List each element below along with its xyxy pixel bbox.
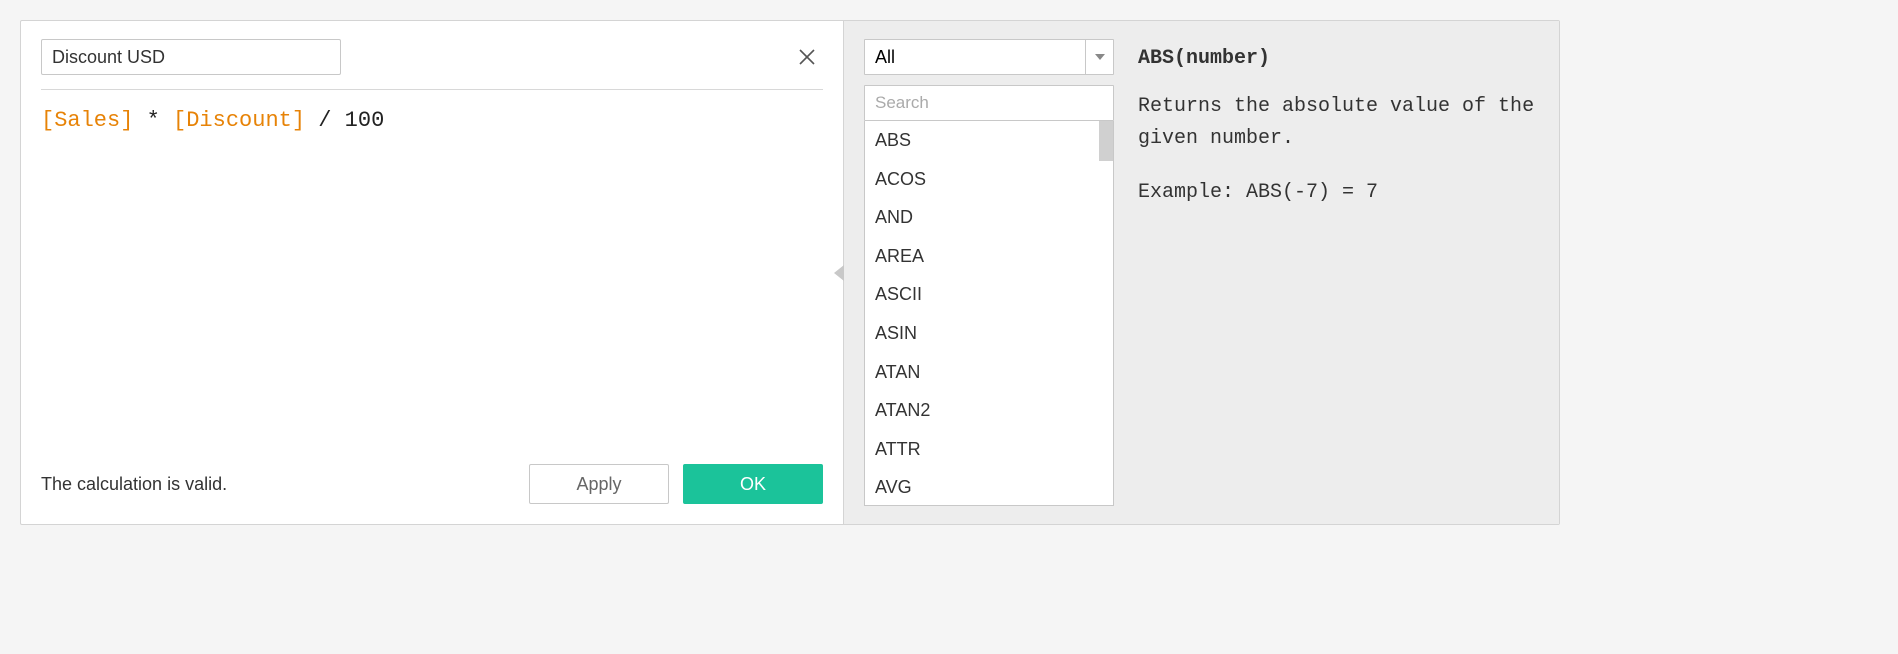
footer: The calculation is valid. Apply OK (41, 464, 823, 504)
help-signature: ABS(number) (1138, 43, 1535, 75)
formula-token: 100 (345, 108, 385, 133)
scrollbar-thumb[interactable] (1099, 121, 1113, 161)
close-icon[interactable] (797, 47, 817, 67)
formula-token: * (133, 108, 173, 133)
formula-editor[interactable]: [Sales] * [Discount] / 100 (41, 104, 823, 454)
function-item[interactable]: ATAN2 (865, 391, 1113, 430)
formula-token: [Discount] (173, 108, 305, 133)
function-item[interactable]: ASIN (865, 314, 1113, 353)
status-text: The calculation is valid. (41, 474, 227, 495)
chevron-down-icon (1085, 40, 1113, 74)
function-item[interactable]: ATTR (865, 430, 1113, 469)
help-panel: All ABSACOSANDAREAASCIIASINATANATAN2ATTR… (844, 21, 1559, 524)
function-item[interactable]: ASCII (865, 275, 1113, 314)
collapse-arrow-icon[interactable] (834, 265, 844, 281)
help-description: Returns the absolute value of the given … (1138, 91, 1535, 155)
formula-token: / (305, 108, 345, 133)
help-example: Example: ABS(-7) = 7 (1138, 177, 1535, 209)
ok-button[interactable]: OK (683, 464, 823, 504)
category-selected-label: All (875, 47, 895, 68)
function-item[interactable]: ABS (865, 121, 1113, 160)
calculation-editor-dialog: [Sales] * [Discount] / 100 The calculati… (20, 20, 1560, 525)
help-text-column: ABS(number) Returns the absolute value o… (1114, 21, 1559, 524)
function-item[interactable]: AVG (865, 468, 1113, 506)
formula-token: [Sales] (41, 108, 133, 133)
divider (41, 89, 823, 90)
function-item[interactable]: ATAN (865, 353, 1113, 392)
function-list[interactable]: ABSACOSANDAREAASCIIASINATANATAN2ATTRAVGB… (864, 121, 1114, 506)
button-group: Apply OK (529, 464, 823, 504)
function-item[interactable]: AND (865, 198, 1113, 237)
apply-button[interactable]: Apply (529, 464, 669, 504)
name-row (41, 39, 823, 75)
function-search-input[interactable] (864, 85, 1114, 121)
category-select[interactable]: All (864, 39, 1114, 75)
function-item[interactable]: ACOS (865, 160, 1113, 199)
function-column: All ABSACOSANDAREAASCIIASINATANATAN2ATTR… (844, 21, 1114, 524)
function-item[interactable]: AREA (865, 237, 1113, 276)
calc-name-input[interactable] (41, 39, 341, 75)
editor-panel: [Sales] * [Discount] / 100 The calculati… (21, 21, 844, 524)
